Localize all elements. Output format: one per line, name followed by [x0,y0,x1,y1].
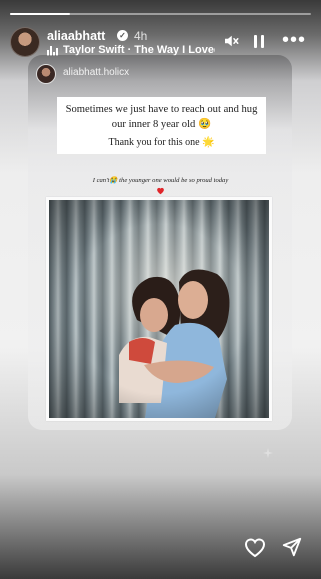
quote-line: Thank you for this one 🌟 [108,137,215,148]
sparkle-icon [263,448,273,458]
red-heart-emoji [156,182,165,195]
verified-badge-icon: ✓ [117,30,128,41]
story-timestamp: 4h [134,29,148,43]
more-icon[interactable]: ••• [282,30,305,50]
quote-line: our inner 8 year old 🥹 [111,119,212,130]
shared-post-username[interactable]: aliabhatt.holicx [63,67,129,78]
story-progress-bar [10,13,311,15]
story-progress-fill [10,13,71,15]
pause-icon[interactable] [254,35,266,48]
mute-icon[interactable] [222,32,240,50]
send-icon[interactable] [281,536,303,558]
username[interactable]: aliaabhatt [47,29,105,43]
quote-text-box: Sometimes we just have to reach out and … [57,97,266,154]
avatar[interactable] [10,27,40,57]
quote-line: Sometimes we just have to reach out and … [65,104,258,115]
shared-post-avatar[interactable] [36,64,56,84]
story-viewer[interactable]: aliaabhatt ✓ 4h Taylor Swift · The Way I… [0,0,321,579]
polaroid-photo [46,197,272,421]
heart-icon[interactable] [243,536,267,558]
reply-bar [0,530,321,570]
photo-image [49,200,269,418]
